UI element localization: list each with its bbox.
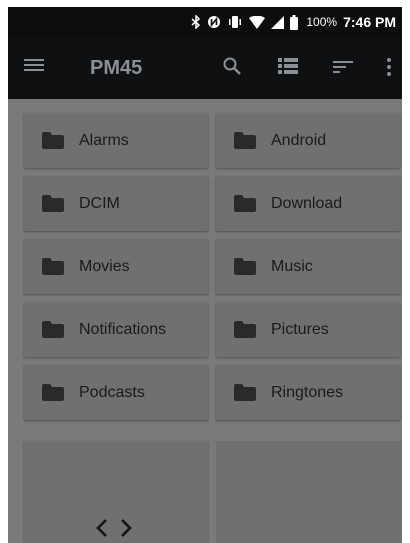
folder-icon xyxy=(42,195,64,212)
battery-percent: 100% xyxy=(306,15,338,29)
folder-icon xyxy=(42,321,64,338)
folder-icon xyxy=(234,195,256,212)
battery-icon xyxy=(290,14,299,30)
more-vert-icon[interactable] xyxy=(387,58,391,81)
menu-icon[interactable] xyxy=(24,57,44,78)
folder-icon xyxy=(234,384,256,401)
folder-icon xyxy=(234,258,256,275)
folder-icon xyxy=(234,132,256,149)
folder-name: Podcasts xyxy=(79,383,145,401)
folder-name: Movies xyxy=(79,257,130,275)
folder-name: DCIM xyxy=(79,194,120,212)
folder-name: Ringtones xyxy=(271,383,344,401)
code-icon xyxy=(96,518,132,543)
folder-name: Pictures xyxy=(271,320,329,338)
folder-name: Download xyxy=(271,194,343,212)
wifi-icon xyxy=(249,15,266,29)
app-toolbar: PM45 xyxy=(8,37,402,99)
folder-item[interactable]: DCIM xyxy=(24,176,208,231)
folder-name: Notifications xyxy=(79,320,167,338)
folder-item[interactable]: Movies xyxy=(24,239,208,294)
folder-item[interactable]: Ringtones xyxy=(216,365,400,420)
folder-item[interactable]: Music xyxy=(216,239,400,294)
extra-item-card[interactable] xyxy=(24,441,208,543)
sort-icon[interactable] xyxy=(333,60,353,79)
nfc-icon xyxy=(207,15,221,29)
folder-icon xyxy=(42,258,64,275)
vibrate-icon xyxy=(227,15,243,29)
folder-item[interactable]: Notifications xyxy=(24,302,208,357)
folder-icon xyxy=(234,321,256,338)
folder-item[interactable]: Android xyxy=(216,113,400,168)
folder-item[interactable]: Pictures xyxy=(216,302,400,357)
folder-title: PM45 xyxy=(90,56,143,79)
folder-grid: Alarms Android DCIM Download Movies Music Noti… xyxy=(8,99,402,543)
folder-icon xyxy=(42,132,64,149)
search-icon[interactable] xyxy=(222,56,242,81)
folder-icon xyxy=(42,384,64,401)
empty-grid-space xyxy=(216,441,402,543)
app-screen: 100% 7:46 PM PM45 Alarms Android DCIM Downl… xyxy=(8,7,402,543)
status-bar: 100% 7:46 PM xyxy=(8,7,402,37)
folder-item[interactable]: Download xyxy=(216,176,400,231)
status-time: 7:46 PM xyxy=(343,14,396,30)
folder-item[interactable]: Podcasts xyxy=(24,365,208,420)
folder-name: Android xyxy=(271,131,327,149)
bluetooth-icon xyxy=(191,15,201,29)
folder-item[interactable]: Alarms xyxy=(24,113,208,168)
folder-name: Alarms xyxy=(79,131,129,149)
list-view-icon[interactable] xyxy=(278,58,298,79)
folder-name: Music xyxy=(271,257,313,275)
signal-icon xyxy=(271,15,285,29)
